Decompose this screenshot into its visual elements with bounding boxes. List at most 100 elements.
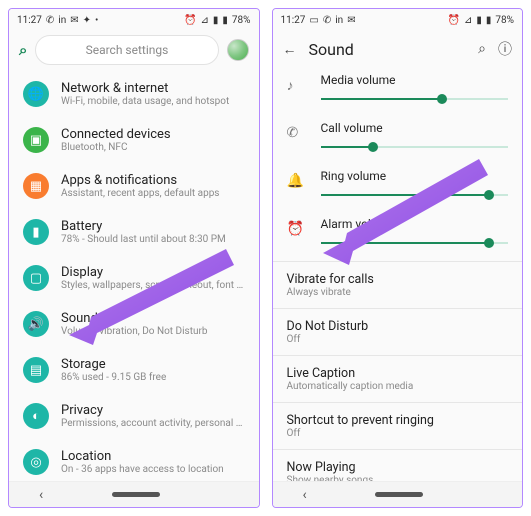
bell-icon: 🔔 [287, 173, 304, 189]
slider-label: Call volume [321, 121, 509, 135]
avatar[interactable] [227, 39, 249, 61]
status-bar: 11:27 ▭ ✆ in ✉ ⏰ ⊿ ▮ ▮ 78% [273, 9, 523, 31]
slider-ring-volume: 🔔 Ring volume [273, 163, 523, 211]
option-shortcut-to-prevent-ringing[interactable]: Shortcut to prevent ringingOff [273, 405, 523, 447]
option-live-caption[interactable]: Live CaptionAutomatically caption media [273, 358, 523, 400]
divider [273, 355, 523, 356]
sound-screen: 11:27 ▭ ✆ in ✉ ⏰ ⊿ ▮ ▮ 78% ← Sound ⌕ ⓘ ♪… [272, 8, 524, 508]
row-title: Display [61, 265, 245, 280]
location-icon: ◎ [23, 449, 49, 475]
status-time: 11:27 [17, 15, 42, 26]
option-vibrate-for-calls[interactable]: Vibrate for callsAlways vibrate [273, 264, 523, 306]
sound-list: ♪ Media volume ✆Call volume 🔔 Ring volume ⏰ Al… [273, 67, 523, 481]
help-icon[interactable]: ⓘ [498, 39, 512, 59]
option-now-playing[interactable]: Now PlayingShow nearby songs [273, 452, 523, 481]
mail-icon: ✉ [70, 15, 78, 26]
status-time: 11:27 [281, 15, 306, 26]
search-icon[interactable]: ⌕ [478, 41, 486, 57]
slider-alarm-volume: ⏰ Alarm volume [273, 211, 523, 259]
twitter-icon: ✦ [83, 15, 91, 26]
slider-label: Media volume [321, 73, 509, 87]
mail-icon: ✉ [347, 15, 355, 26]
row-subtitle: Wi-Fi, mobile, data usage, and hotspot [61, 96, 229, 107]
settings-row-apps-notifications[interactable]: ▦Apps & notificationsAssistant, recent a… [9, 163, 259, 209]
settings-row-sound[interactable]: 🔊 SoundVolume, vibration, Do Not Disturb [9, 301, 259, 347]
option-title: Live Caption [287, 366, 509, 381]
display-icon: ▢ [23, 265, 49, 291]
nav-bar: ‹ [273, 481, 523, 507]
linkedin-icon: in [58, 15, 66, 26]
option-subtitle: Always vibrate [287, 287, 509, 298]
row-subtitle: Volume, vibration, Do Not Disturb [61, 326, 208, 337]
settings-row-network-internet[interactable]: 🌐 Network & internetWi-Fi, mobile, data u… [9, 71, 259, 117]
battery-icon: ▮ [486, 15, 492, 26]
row-title: Storage [61, 357, 166, 372]
volume-slider[interactable] [321, 93, 509, 105]
slider-label: Alarm volume [321, 217, 509, 231]
settings-row-storage[interactable]: ▤Storage86% used - 9.15 GB free [9, 347, 259, 393]
home-pill[interactable] [112, 492, 160, 497]
wifi-icon: ⊿ [201, 15, 209, 26]
globe-icon: 🌐 [23, 81, 49, 107]
option-subtitle: Off [287, 428, 509, 439]
slider-call-volume: ✆Call volume [273, 115, 523, 163]
status-bar: 11:27 ✆ in ✉ ✦ • ⏰ ⊿ ▮ ▮ 78% [9, 9, 259, 31]
devices-icon: ▣ [23, 127, 49, 153]
volume-slider[interactable] [321, 141, 509, 153]
row-title: Connected devices [61, 127, 171, 142]
settings-row-battery[interactable]: ▮Battery78% - Should last until about 8:… [9, 209, 259, 255]
option-subtitle: Off [287, 334, 509, 345]
more-icon: • [95, 15, 98, 26]
signal-icon: ▮ [476, 15, 482, 26]
whatsapp-icon: ✆ [323, 15, 331, 26]
row-subtitle: Permissions, account activity, personal … [61, 418, 245, 429]
music-icon: ♪ [287, 77, 294, 94]
slider-label: Ring volume [321, 169, 509, 183]
apps-icon: ▦ [23, 173, 49, 199]
battery-percent: 78% [495, 15, 514, 26]
alarm-icon: ⏰ [287, 221, 304, 237]
back-nav-icon[interactable]: ‹ [303, 487, 307, 503]
settings-row-privacy[interactable]: ◐ PrivacyPermissions, account activity, p… [9, 393, 259, 439]
divider [273, 449, 523, 450]
row-title: Privacy [61, 403, 245, 418]
search-icon[interactable]: ⌕ [19, 41, 27, 59]
option-title: Vibrate for calls [287, 272, 509, 287]
option-title: Shortcut to prevent ringing [287, 413, 509, 428]
volume-slider[interactable] [321, 237, 509, 249]
search-row: ⌕ Search settings [9, 31, 259, 71]
app-bar: ← Sound ⌕ ⓘ [273, 31, 523, 67]
row-subtitle: Assistant, recent apps, default apps [61, 188, 219, 199]
slider-media-volume: ♪ Media volume [273, 67, 523, 115]
wifi-icon: ⊿ [464, 15, 472, 26]
option-do-not-disturb[interactable]: Do Not DisturbOff [273, 311, 523, 353]
settings-row-location[interactable]: ◎LocationOn - 36 apps have access to loc… [9, 439, 259, 481]
row-subtitle: 78% - Should last until about 8:30 PM [61, 234, 226, 245]
settings-row-connected-devices[interactable]: ▣ Connected devicesBluetooth, NFC [9, 117, 259, 163]
back-icon[interactable]: ← [283, 41, 297, 58]
nav-bar: ‹ [9, 481, 259, 507]
row-subtitle: Styles, wallpapers, screen timeout, font… [61, 280, 245, 291]
storage-icon: ▤ [23, 357, 49, 383]
settings-row-display[interactable]: ▢ DisplayStyles, wallpapers, screen timeo… [9, 255, 259, 301]
row-title: Sound [61, 311, 208, 326]
battery-icon: ▮ [222, 15, 228, 26]
sound-icon: 🔊 [23, 311, 49, 337]
back-nav-icon[interactable]: ‹ [39, 487, 43, 503]
settings-list: 🌐 Network & internetWi-Fi, mobile, data u… [9, 71, 259, 481]
battery-icon: ▮ [23, 219, 49, 245]
battery-percent: 78% [232, 15, 251, 26]
privacy-icon: ◐ [23, 403, 49, 429]
whatsapp-icon: ✆ [46, 15, 54, 26]
search-input[interactable]: Search settings [35, 35, 218, 65]
divider [273, 261, 523, 262]
row-subtitle: On - 36 apps have access to location [61, 464, 224, 475]
divider [273, 402, 523, 403]
home-pill[interactable] [375, 492, 423, 497]
linkedin-icon: in [335, 15, 343, 26]
row-title: Network & internet [61, 81, 229, 96]
volume-slider[interactable] [321, 189, 509, 201]
option-subtitle: Automatically caption media [287, 381, 509, 392]
alarm-icon: ⏰ [184, 15, 196, 26]
row-subtitle: Bluetooth, NFC [61, 142, 171, 153]
